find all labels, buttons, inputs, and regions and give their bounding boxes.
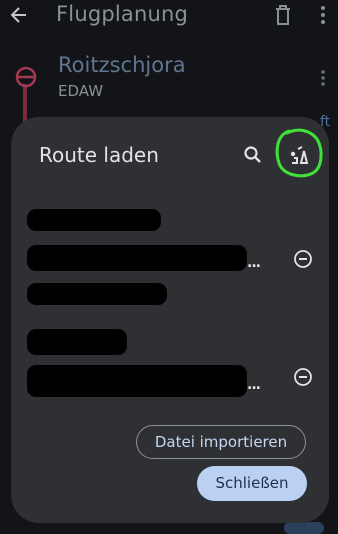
search-icon[interactable] <box>239 141 267 169</box>
highlight-annotation <box>275 128 323 178</box>
airport-icon <box>13 64 39 90</box>
trash-icon[interactable] <box>272 3 294 27</box>
import-file-button[interactable]: Datei importieren <box>136 425 306 459</box>
fab-peek <box>284 522 324 534</box>
close-button[interactable]: Schließen <box>197 466 307 501</box>
dialog-title: Route laden <box>39 143 159 167</box>
more-vert-icon[interactable] <box>314 4 332 26</box>
arrow-back-icon[interactable] <box>8 2 30 28</box>
waypoint-more-icon[interactable] <box>315 68 331 88</box>
waypoint-code: EDAW <box>58 82 104 100</box>
route-ellipsis: ... <box>247 377 261 393</box>
route-list-item[interactable]: ... <box>11 195 329 305</box>
app-bar: Flugplanung <box>0 0 338 34</box>
route-text-redacted: ... <box>27 195 267 305</box>
route-text-redacted: ... <box>27 317 267 427</box>
remove-circle-icon[interactable] <box>291 247 315 271</box>
route-list-item[interactable]: ... <box>11 317 329 427</box>
waypoint-name[interactable]: Roitzschjora <box>58 53 186 77</box>
remove-circle-icon[interactable] <box>291 365 315 389</box>
page-title: Flugplanung <box>56 2 189 26</box>
route-ellipsis: ... <box>247 255 261 271</box>
route-load-dialog: Route laden ... ... Datei importieren Sc… <box>11 117 329 523</box>
